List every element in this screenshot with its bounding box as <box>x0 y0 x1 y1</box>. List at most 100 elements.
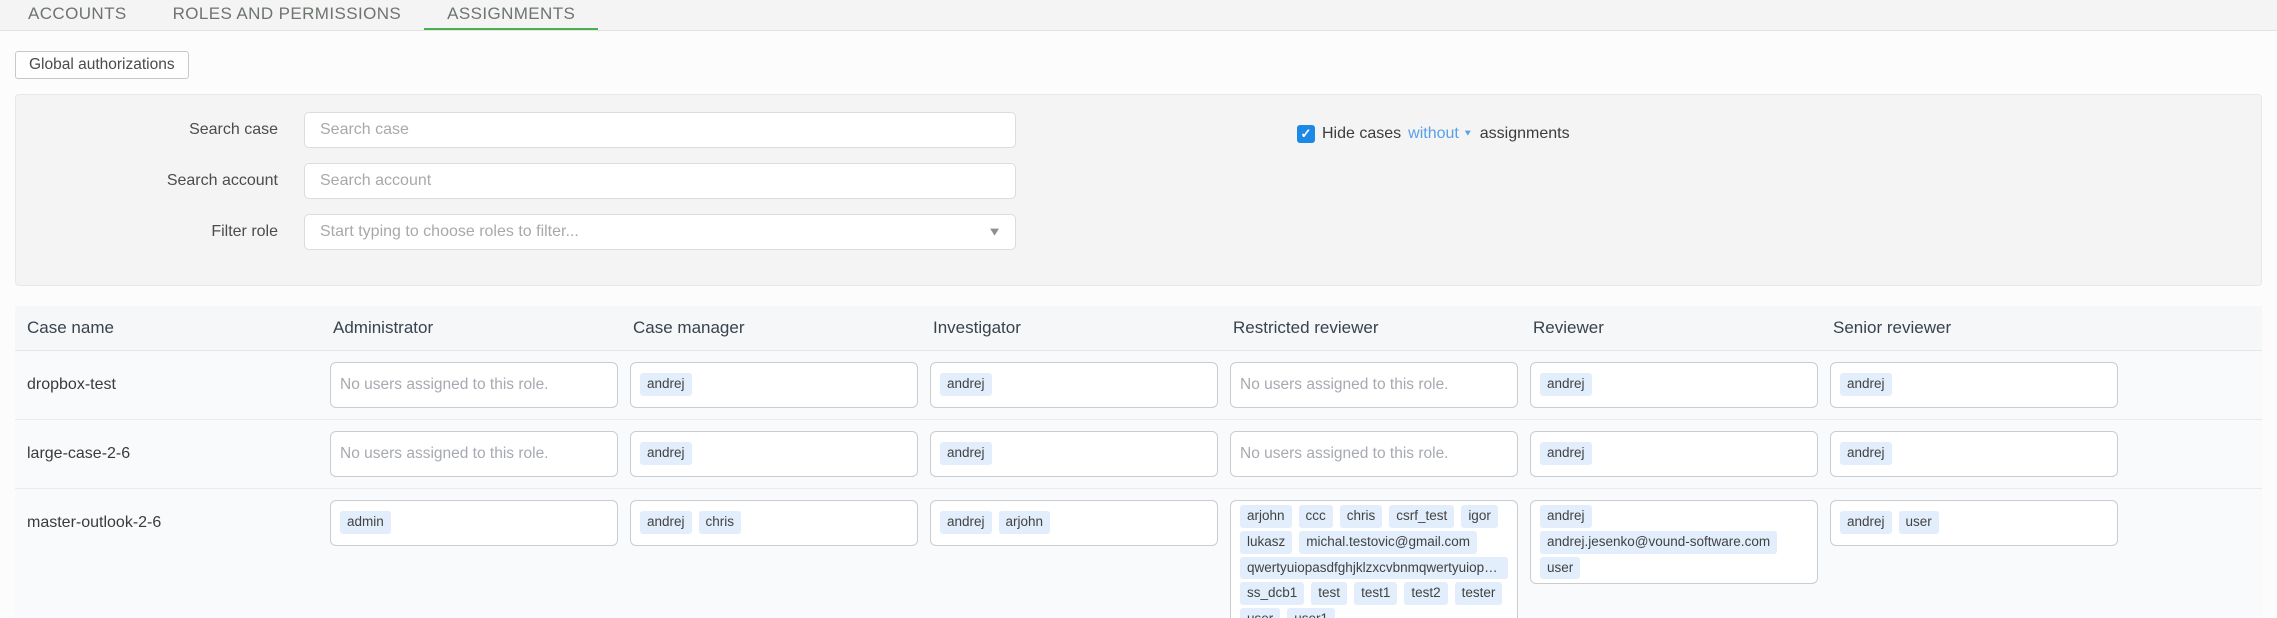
filter-role-input[interactable] <box>304 214 1016 250</box>
user-tag[interactable]: andrej <box>640 373 692 396</box>
user-tag[interactable]: andrej <box>940 442 992 465</box>
user-tag[interactable]: qwertyuiopasdfghjklzxcvbnmqwertyuiopasdf… <box>1240 557 1508 580</box>
user-tag[interactable]: user <box>1540 557 1580 580</box>
role-cell: andrej <box>630 431 930 477</box>
table-row: large-case-2-6 No users assigned to this … <box>15 420 2262 489</box>
assignments-table: Case nameAdministratorCase managerInvest… <box>15 306 2262 618</box>
search-case-row: Search case <box>16 112 2261 148</box>
user-tag[interactable]: andrej <box>1840 442 1892 465</box>
role-assignment-box[interactable]: arjohn ccc chris csrf_test igor lukasz michal.… <box>1230 500 1518 618</box>
user-tag[interactable]: lukasz <box>1240 531 1292 554</box>
role-assignment-box[interactable]: No users assigned to this role. <box>1230 431 1518 477</box>
role-assignment-box[interactable]: andrej <box>1830 431 2118 477</box>
user-tag[interactable]: test <box>1311 582 1347 605</box>
tab-accounts[interactable]: ACCOUNTS <box>5 0 150 30</box>
role-cell: andrej user <box>1830 500 2262 546</box>
user-tag[interactable]: chris <box>1340 505 1383 528</box>
search-account-input-wrap <box>304 163 1016 199</box>
user-tag[interactable]: tester <box>1455 582 1503 605</box>
user-tag[interactable]: arjohn <box>1240 505 1292 528</box>
table-row: master-outlook-2-6adminandrejchrisandrej… <box>15 489 2262 618</box>
role-assignment-box[interactable]: No users assigned to this role. <box>330 431 618 477</box>
toolbar: Global authorizations <box>0 31 2277 79</box>
role-assignment-box[interactable]: No users assigned to this role. <box>330 362 618 408</box>
role-assignment-box[interactable]: andrej <box>1530 431 1818 477</box>
role-cell: andrej <box>1530 431 1830 477</box>
user-tag[interactable]: user <box>1240 608 1280 618</box>
role-cell: andrej chris <box>630 500 930 546</box>
search-account-label: Search account <box>16 172 278 190</box>
column-header-restricted-reviewer: Restricted reviewer <box>1230 318 1530 338</box>
role-cell: arjohn ccc chris csrf_test igor lukasz michal.… <box>1230 500 1530 618</box>
role-assignment-box[interactable]: andrej <box>1530 362 1818 408</box>
user-tag[interactable]: user <box>1899 511 1939 534</box>
user-tag[interactable]: arjohn <box>999 511 1051 534</box>
role-cell: No users assigned to this role. <box>330 362 630 408</box>
column-header-case-name: Case name <box>15 318 330 338</box>
table-header: Case nameAdministratorCase managerInvest… <box>15 306 2262 351</box>
column-header-senior-reviewer: Senior reviewer <box>1830 318 2262 338</box>
user-tag[interactable]: andrej <box>1540 442 1592 465</box>
column-header-administrator: Administrator <box>330 318 630 338</box>
tab-bar: ACCOUNTSROLES AND PERMISSIONSASSIGNMENTS <box>0 0 2277 31</box>
user-tag[interactable]: ccc <box>1299 505 1333 528</box>
user-tag[interactable]: test1 <box>1354 582 1397 605</box>
role-cell: andrej <box>930 431 1230 477</box>
role-assignment-box[interactable]: andrej <box>930 431 1218 477</box>
role-assignment-box[interactable]: andrej arjohn <box>930 500 1218 546</box>
user-tag[interactable]: andrej <box>1540 505 1592 528</box>
role-assignment-box[interactable]: andrej <box>1830 362 2118 408</box>
user-tag[interactable]: andrej <box>1840 373 1892 396</box>
role-assignment-box[interactable]: andrej user <box>1830 500 2118 546</box>
hide-cases-label-prefix: Hide cases <box>1322 125 1401 143</box>
tab-assignments[interactable]: ASSIGNMENTS <box>424 0 598 30</box>
role-assignment-box[interactable]: andrej chris <box>630 500 918 546</box>
user-tag[interactable]: michal.testovic@gmail.com <box>1299 531 1477 554</box>
user-tag[interactable]: andrej <box>1840 511 1892 534</box>
tab-roles-and-permissions[interactable]: ROLES AND PERMISSIONS <box>150 0 425 30</box>
empty-role-text: No users assigned to this role. <box>340 445 549 463</box>
role-assignment-box[interactable]: andrej <box>630 362 918 408</box>
global-authorizations-button[interactable]: Global authorizations <box>15 51 189 79</box>
hide-cases-label-suffix: assignments <box>1480 125 1570 143</box>
user-tag[interactable]: andrej <box>1540 373 1592 396</box>
role-assignment-box[interactable]: andrej <box>930 362 1218 408</box>
user-tag[interactable]: user1 <box>1287 608 1335 618</box>
empty-role-text: No users assigned to this role. <box>1240 445 1449 463</box>
hide-cases-checkbox[interactable]: ✓ <box>1297 125 1315 143</box>
empty-role-text: No users assigned to this role. <box>340 376 549 394</box>
user-tag[interactable]: andrej <box>640 511 692 534</box>
search-account-row: Search account <box>16 163 2261 199</box>
column-header-case-manager: Case manager <box>630 318 930 338</box>
user-tag[interactable]: csrf_test <box>1389 505 1454 528</box>
user-tag[interactable]: andrej <box>640 442 692 465</box>
search-case-label: Search case <box>16 121 278 139</box>
user-tag[interactable]: andrej <box>940 511 992 534</box>
user-tag[interactable]: admin <box>340 511 391 534</box>
search-case-input-wrap <box>304 112 1016 148</box>
user-tag[interactable]: igor <box>1461 505 1498 528</box>
role-assignment-box[interactable]: andrej <box>630 431 918 477</box>
role-assignment-box[interactable]: No users assigned to this role. <box>1230 362 1518 408</box>
user-tag[interactable]: test2 <box>1404 582 1447 605</box>
case-name: master-outlook-2-6 <box>15 500 330 546</box>
user-tag[interactable]: andrej <box>940 373 992 396</box>
role-assignment-box[interactable]: admin <box>330 500 618 546</box>
empty-role-text: No users assigned to this role. <box>1240 376 1449 394</box>
table-row: dropbox-testNo users assigned to this ro… <box>15 351 2262 420</box>
role-cell: andrej arjohn <box>930 500 1230 546</box>
role-assignment-box[interactable]: andrej andrej.jesenko@vound-software.com u… <box>1530 500 1818 585</box>
user-tag[interactable]: ss_dcb1 <box>1240 582 1304 605</box>
user-tag[interactable]: andrej.jesenko@vound-software.com <box>1540 531 1777 554</box>
user-tag[interactable]: chris <box>699 511 742 534</box>
case-name: large-case-2-6 <box>15 431 330 477</box>
search-account-input[interactable] <box>304 163 1016 199</box>
search-case-input[interactable] <box>304 112 1016 148</box>
hide-cases-filter: ✓ Hide cases without ▼ assignments <box>1297 125 1570 143</box>
role-cell: No users assigned to this role. <box>1230 362 1530 408</box>
role-cell: andrej <box>1830 362 2262 408</box>
column-header-investigator: Investigator <box>930 318 1230 338</box>
filter-role-row: Filter role ▼ <box>16 214 2261 250</box>
hide-cases-mode-select[interactable]: without ▼ <box>1408 125 1473 143</box>
role-cell: andrej andrej.jesenko@vound-software.com u… <box>1530 500 1830 585</box>
